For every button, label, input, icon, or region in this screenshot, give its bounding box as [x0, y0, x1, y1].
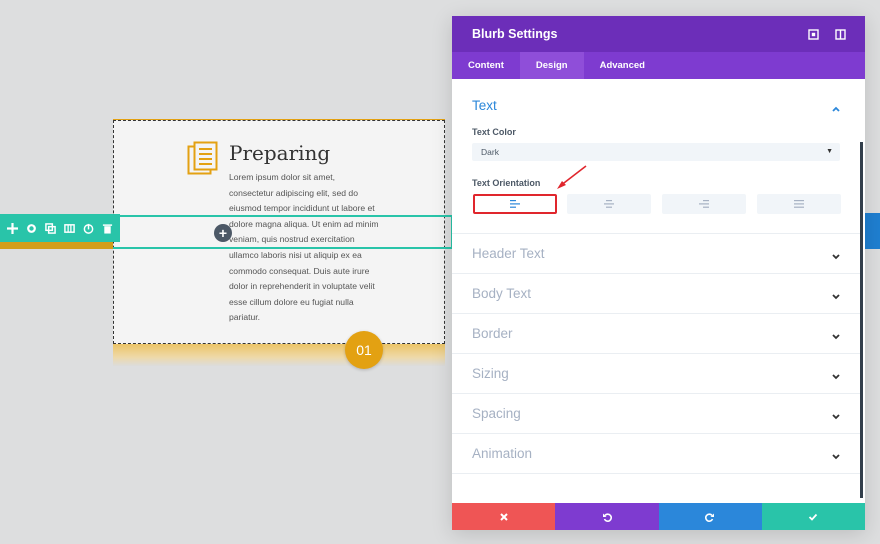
settings-icon[interactable] [25, 222, 37, 234]
check-icon [809, 513, 818, 521]
row-accent-bar [0, 241, 116, 249]
text-color-select[interactable]: Dark ▼ [472, 143, 840, 161]
modal-title: Blurb Settings [472, 27, 558, 41]
orientation-justify-button[interactable] [757, 194, 841, 214]
section-body-text[interactable]: Body Text [472, 286, 531, 301]
close-icon [499, 512, 508, 521]
align-left-icon [510, 200, 520, 208]
tab-content[interactable]: Content [452, 52, 520, 79]
redo-button[interactable] [658, 503, 762, 530]
undo-icon [602, 512, 612, 522]
modal-tabs: Content Design Advanced [452, 52, 865, 79]
number-badge: 01 [345, 331, 383, 369]
section-divider [452, 313, 860, 314]
document-icon [187, 141, 219, 175]
section-spacing[interactable]: Spacing [472, 406, 521, 421]
section-divider [452, 473, 860, 474]
section-edge-indicator [864, 213, 880, 249]
align-center-icon [604, 200, 614, 208]
move-icon[interactable] [6, 222, 18, 234]
duplicate-icon[interactable] [44, 222, 56, 234]
text-color-label: Text Color [472, 127, 516, 137]
section-animation[interactable]: Animation [472, 446, 532, 461]
delete-icon[interactable] [101, 222, 113, 234]
section-border[interactable]: Border [472, 326, 513, 341]
chevron-down-icon[interactable] [830, 369, 842, 380]
save-button[interactable] [761, 503, 865, 530]
modal-footer [452, 503, 865, 530]
section-divider [452, 233, 860, 234]
dropdown-arrow-icon: ▼ [826, 148, 833, 155]
section-divider [452, 353, 860, 354]
chevron-up-icon[interactable] [830, 101, 842, 112]
orientation-right-button[interactable] [662, 194, 746, 214]
blurb-title: Preparing [229, 141, 331, 165]
redo-icon [705, 512, 715, 522]
add-module-button[interactable]: + [214, 224, 232, 242]
blurb-settings-modal: Blurb Settings Content Design Advanced T… [452, 16, 865, 530]
section-text-title[interactable]: Text [472, 98, 497, 113]
row-outline[interactable] [113, 215, 453, 249]
chevron-down-icon[interactable] [830, 409, 842, 420]
section-divider [452, 433, 860, 434]
orientation-center-button[interactable] [567, 194, 651, 214]
modal-header: Blurb Settings [452, 16, 865, 52]
chevron-down-icon[interactable] [830, 329, 842, 340]
columns-icon[interactable] [63, 222, 75, 234]
scrollbar[interactable] [860, 142, 863, 498]
module-bottom-shadow [113, 344, 445, 366]
discard-button[interactable] [452, 503, 556, 530]
align-justify-icon [794, 200, 804, 208]
section-sizing[interactable]: Sizing [472, 366, 509, 381]
tab-design[interactable]: Design [519, 52, 584, 79]
chevron-down-icon[interactable] [830, 449, 842, 460]
section-header-text[interactable]: Header Text [472, 246, 545, 261]
section-divider [452, 393, 860, 394]
text-orientation-label: Text Orientation [472, 178, 541, 188]
text-color-value: Dark [481, 147, 499, 157]
chevron-down-icon[interactable] [830, 289, 842, 300]
undo-button[interactable] [555, 503, 659, 530]
split-view-icon[interactable] [835, 27, 849, 41]
fullscreen-icon[interactable] [808, 27, 822, 41]
section-divider [452, 273, 860, 274]
save-icon[interactable] [82, 222, 94, 234]
orientation-left-button[interactable] [473, 194, 557, 214]
chevron-down-icon[interactable] [830, 249, 842, 260]
annotation-arrow-icon [554, 164, 590, 192]
row-toolbar[interactable] [0, 214, 120, 242]
align-right-icon [699, 200, 709, 208]
tab-advanced[interactable]: Advanced [584, 52, 661, 79]
